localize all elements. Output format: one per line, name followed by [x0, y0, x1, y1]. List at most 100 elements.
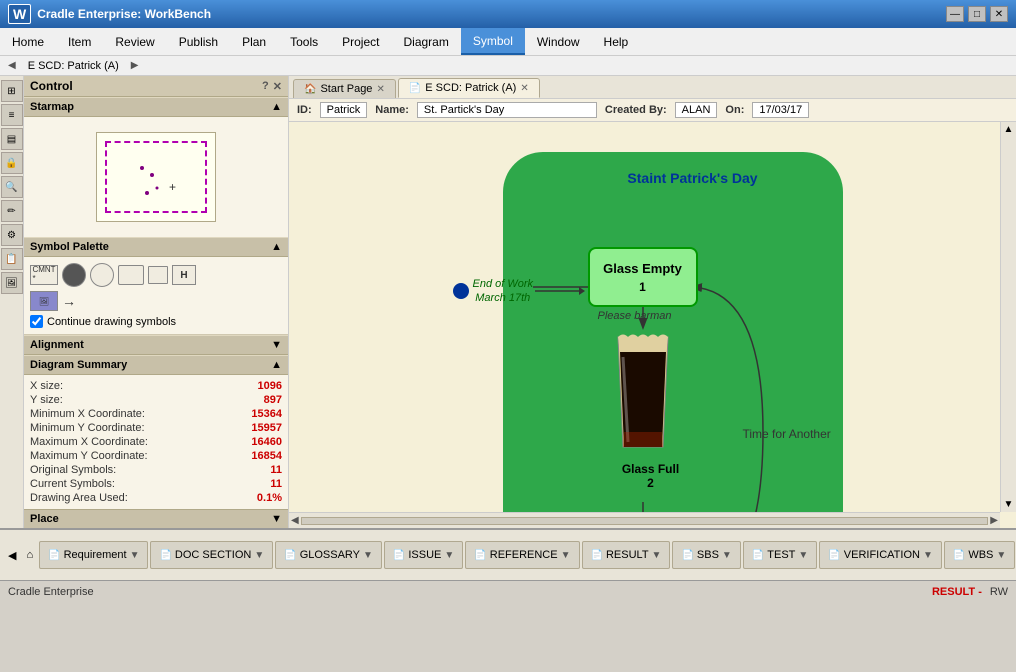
- orig-symbols-value: 11: [270, 464, 282, 476]
- starmap-canvas: +: [96, 132, 216, 222]
- on-value[interactable]: 17/03/17: [752, 102, 809, 118]
- continue-drawing-label: Continue drawing symbols: [47, 316, 176, 328]
- end-of-work-text: End of WorkMarch 17th: [473, 277, 534, 306]
- minimize-button[interactable]: —: [946, 6, 964, 22]
- max-y-value: 16854: [251, 450, 282, 462]
- bottom-tab-reference[interactable]: 📄 REFERENCE ▼: [465, 541, 579, 569]
- max-y-label: Maximum Y Coordinate:: [30, 450, 148, 462]
- created-by-value[interactable]: ALAN: [675, 102, 718, 118]
- maximize-button[interactable]: □: [968, 6, 986, 22]
- bottom-tabs-back[interactable]: ◀: [4, 549, 20, 562]
- palette-filled-circle[interactable]: [62, 263, 86, 287]
- continue-drawing-checkbox[interactable]: [30, 315, 43, 328]
- end-of-work-annotation: End of WorkMarch 17th: [453, 277, 586, 306]
- menu-home[interactable]: Home: [0, 28, 56, 55]
- drawing-area-value: 0.1%: [257, 492, 282, 504]
- title-bar: W Cradle Enterprise: WorkBench — □ ✕: [0, 0, 1016, 28]
- tool-icon-6[interactable]: ✏: [1, 200, 23, 222]
- name-value[interactable]: St. Partick's Day: [417, 102, 597, 118]
- scroll-left-arrow[interactable]: ◀: [291, 515, 299, 526]
- max-x-value: 16460: [251, 436, 282, 448]
- palette-comment[interactable]: CMNT*: [30, 265, 58, 285]
- menu-tools[interactable]: Tools: [278, 28, 330, 55]
- tab-start-page[interactable]: 🏠 Start Page ✕: [293, 79, 396, 98]
- toolbar-area: ◀ E SCD: Patrick (A) ▶: [0, 56, 1016, 76]
- scroll-right-btn[interactable]: ▶: [990, 515, 998, 526]
- diagram-title: Staint Patrick's Day: [573, 170, 813, 186]
- left-panel: Control ? ✕ Starmap ▲ +: [24, 76, 289, 528]
- menu-plan[interactable]: Plan: [230, 28, 278, 55]
- tab-e-scd-close[interactable]: ✕: [520, 83, 528, 94]
- menu-window[interactable]: Window: [525, 28, 592, 55]
- result-label: RESULT -: [932, 586, 982, 598]
- tool-icon-4[interactable]: 🔒: [1, 152, 23, 174]
- palette-image[interactable]: 🖼: [30, 291, 58, 311]
- menu-project[interactable]: Project: [330, 28, 391, 55]
- created-by-label: Created By:: [605, 104, 667, 116]
- menu-diagram[interactable]: Diagram: [391, 28, 460, 55]
- bottom-tab-test[interactable]: 📄 TEST ▼: [743, 541, 817, 569]
- tool-icon-1[interactable]: ⊞: [1, 80, 23, 102]
- toolbar-forward-arrow[interactable]: ▶: [127, 58, 143, 73]
- close-panel-icon[interactable]: ✕: [273, 80, 282, 93]
- scrollbar-track[interactable]: [301, 517, 989, 525]
- tool-icon-5[interactable]: 🔍: [1, 176, 23, 198]
- bottom-tab-verification[interactable]: 📄 VERIFICATION ▼: [819, 541, 942, 569]
- bottom-tabs-home[interactable]: ⌂: [22, 549, 37, 561]
- x-size-value: 1096: [258, 380, 282, 392]
- tool-icon-8[interactable]: 📋: [1, 248, 23, 270]
- menu-symbol[interactable]: Symbol: [461, 28, 525, 55]
- place-section[interactable]: Place ▼: [24, 509, 288, 528]
- bottom-tab-doc-section[interactable]: 📄 DOC SECTION ▼: [150, 541, 273, 569]
- tool-icon-2[interactable]: ≡: [1, 104, 23, 126]
- state-glass-empty[interactable]: Glass Empty 1: [588, 247, 698, 307]
- tab-e-scd-icon: 📄: [409, 83, 421, 94]
- x-size-label: X size:: [30, 380, 63, 392]
- beer-glass-image: [603, 327, 683, 457]
- tool-icon-9[interactable]: 🖼: [1, 272, 23, 294]
- menu-review[interactable]: Review: [103, 28, 166, 55]
- alignment-header[interactable]: Alignment ▼: [24, 335, 288, 355]
- scroll-down-arrow[interactable]: ▼: [1004, 499, 1014, 510]
- help-icon[interactable]: ?: [262, 80, 269, 93]
- tool-icon-3[interactable]: ▤: [1, 128, 23, 150]
- symbol-palette-header[interactable]: Symbol Palette ▲: [24, 237, 288, 257]
- palette-small-rect[interactable]: [148, 266, 168, 284]
- min-y-label: Minimum Y Coordinate:: [30, 422, 145, 434]
- bottom-tab-wbs[interactable]: 📄 WBS ▼: [944, 541, 1015, 569]
- tab-start-page-close[interactable]: ✕: [376, 84, 384, 95]
- starmap-header[interactable]: Starmap ▲: [24, 97, 288, 117]
- main-layout: ⊞ ≡ ▤ 🔒 🔍 ✏ ⚙ 📋 🖼 Control ? ✕ Starmap ▲: [0, 76, 1016, 528]
- bottom-tab-requirement[interactable]: 📄 Requirement ▼: [39, 541, 148, 569]
- diagram-canvas[interactable]: Staint Patrick's Day Glass Empty 1 Pleas…: [289, 122, 1016, 528]
- tab-e-scd[interactable]: 📄 E SCD: Patrick (A) ✕: [398, 78, 540, 98]
- menu-help[interactable]: Help: [592, 28, 641, 55]
- breadcrumb: E SCD: Patrick (A): [20, 60, 127, 72]
- menu-publish[interactable]: Publish: [167, 28, 230, 55]
- scroll-right[interactable]: ▲ ▼: [1000, 122, 1016, 512]
- bottom-tab-result[interactable]: 📄 RESULT ▼: [582, 541, 671, 569]
- left-icon-strip: ⊞ ≡ ▤ 🔒 🔍 ✏ ⚙ 📋 🖼: [0, 76, 24, 528]
- app-logo: W: [8, 4, 31, 24]
- palette-circle-outline[interactable]: [90, 263, 114, 287]
- close-button[interactable]: ✕: [990, 6, 1008, 22]
- toolbar-back-arrow[interactable]: ◀: [4, 58, 20, 73]
- min-x-value: 15364: [251, 408, 282, 420]
- max-x-label: Maximum X Coordinate:: [30, 436, 148, 448]
- palette-rectangle[interactable]: [118, 265, 144, 285]
- tool-icon-7[interactable]: ⚙: [1, 224, 23, 246]
- id-value[interactable]: Patrick: [320, 102, 368, 118]
- diagram-summary-header[interactable]: Diagram Summary ▲: [24, 355, 288, 375]
- orig-symbols-label: Original Symbols:: [30, 464, 116, 476]
- bottom-tab-glossary[interactable]: 📄 GLOSSARY ▼: [275, 541, 382, 569]
- menu-bar: Home Item Review Publish Plan Tools Proj…: [0, 28, 1016, 56]
- bottom-tab-sbs[interactable]: 📄 SBS ▼: [672, 541, 740, 569]
- scroll-up-arrow[interactable]: ▲: [1004, 124, 1014, 135]
- menu-item[interactable]: Item: [56, 28, 103, 55]
- curr-symbols-value: 11: [270, 478, 282, 490]
- status-bar: Cradle Enterprise RESULT - RW: [0, 580, 1016, 602]
- bottom-tab-issue[interactable]: 📄 ISSUE ▼: [384, 541, 463, 569]
- palette-h-symbol[interactable]: H: [172, 265, 196, 285]
- summary-collapse-icon: ▲: [271, 359, 282, 371]
- palette-arrow[interactable]: →: [62, 293, 76, 309]
